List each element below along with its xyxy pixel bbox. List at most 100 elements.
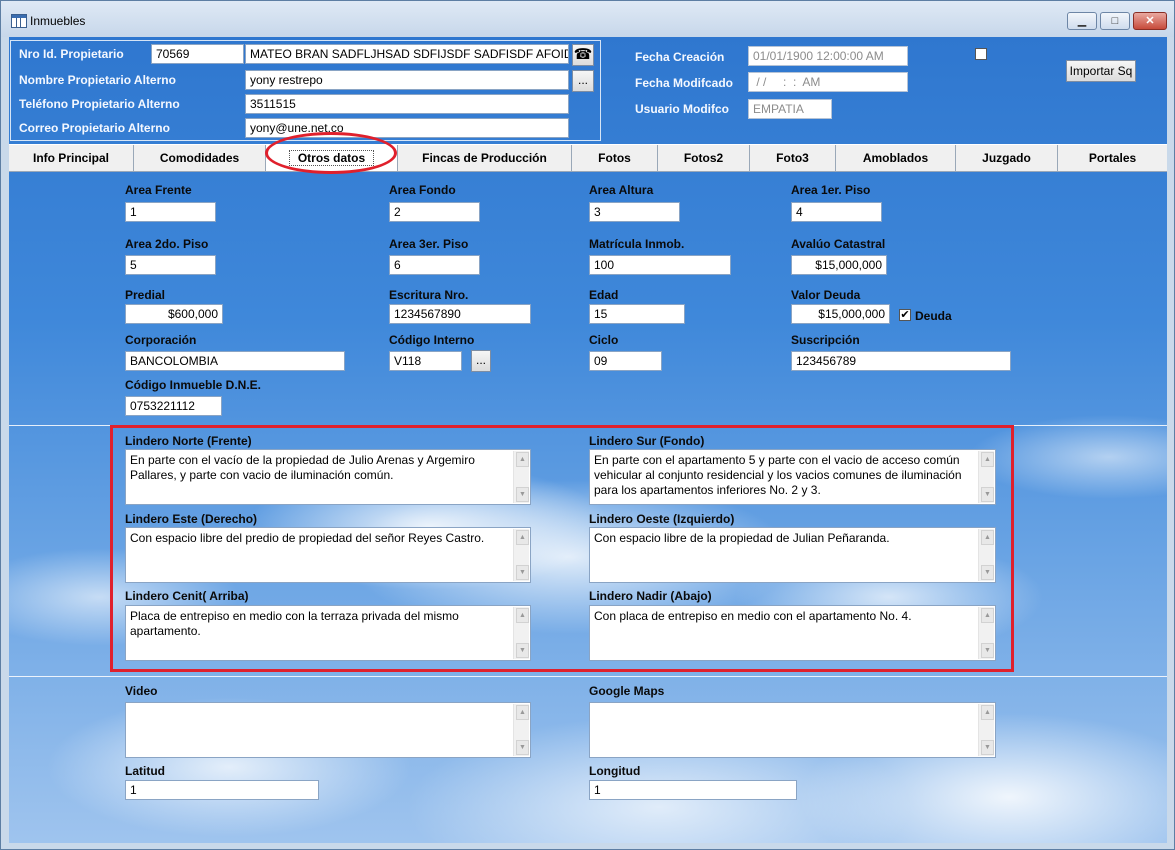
lindero-norte-scrollbar[interactable]: ▲ ▼	[513, 451, 529, 503]
scroll-down-icon[interactable]: ▼	[516, 487, 529, 502]
phone-icon[interactable]: ☎	[572, 44, 594, 66]
lindero-cenit-scrollbar[interactable]: ▲ ▼	[513, 607, 529, 659]
tab-fotos2[interactable]: Fotos2	[658, 145, 750, 171]
area-altura-input[interactable]: 3	[589, 202, 680, 222]
tab-strip: Info Principal Comodidades Otros datos F…	[9, 144, 1167, 172]
edad-label: Edad	[589, 288, 619, 302]
codigo-interno-input[interactable]: V118	[389, 351, 462, 371]
escritura-input[interactable]: 1234567890	[389, 304, 531, 324]
edad-input[interactable]: 15	[589, 304, 685, 324]
lindero-norte-text: En parte con el vacío de la propiedad de…	[130, 453, 475, 482]
suscripcion-label: Suscripción	[791, 333, 860, 347]
scroll-down-icon[interactable]: ▼	[981, 740, 994, 755]
lindero-norte-textarea[interactable]: En parte con el vacío de la propiedad de…	[125, 449, 531, 505]
lindero-sur-textarea[interactable]: En parte con el apartamento 5 y parte co…	[589, 449, 996, 505]
maximize-button[interactable]: □	[1100, 12, 1130, 30]
valor-deuda-input[interactable]: $15,000,000	[791, 304, 890, 324]
scroll-up-icon[interactable]: ▲	[516, 705, 529, 720]
window-title: Inmuebles	[30, 14, 86, 28]
scroll-up-icon[interactable]: ▲	[981, 608, 994, 623]
tab-amoblados[interactable]: Amoblados	[836, 145, 956, 171]
area-2do-piso-input[interactable]: 5	[125, 255, 216, 275]
area-3er-piso-input[interactable]: 6	[389, 255, 480, 275]
scroll-down-icon[interactable]: ▼	[516, 740, 529, 755]
lindero-oeste-text: Con espacio libre de la propiedad de Jul…	[594, 531, 890, 545]
video-textarea[interactable]: ▲ ▼	[125, 702, 531, 758]
area-1er-piso-label: Area 1er. Piso	[791, 183, 871, 197]
ciclo-input[interactable]: 09	[589, 351, 662, 371]
tab-foto3[interactable]: Foto3	[750, 145, 836, 171]
owner-id-label: Nro Id. Propietario	[19, 47, 124, 61]
close-button[interactable]: ✕	[1133, 12, 1167, 30]
area-fondo-label: Area Fondo	[389, 183, 456, 197]
avaluo-input[interactable]: $15,000,000	[791, 255, 887, 275]
deuda-label: Deuda	[915, 309, 952, 323]
lindero-nadir-label: Lindero Nadir (Abajo)	[589, 589, 712, 603]
lindero-este-scrollbar[interactable]: ▲ ▼	[513, 529, 529, 581]
matricula-input[interactable]: 100	[589, 255, 731, 275]
lindero-nadir-text: Con placa de entrepiso en medio con el a…	[594, 609, 912, 623]
tab-info-principal[interactable]: Info Principal	[9, 145, 134, 171]
tab-fincas-produccion[interactable]: Fincas de Producción	[398, 145, 572, 171]
alt-name-input[interactable]: yony restrepo	[245, 70, 569, 90]
minimize-button[interactable]: ▁	[1067, 12, 1097, 30]
codigo-dne-input[interactable]: 0753221112	[125, 396, 222, 416]
scroll-up-icon[interactable]: ▲	[516, 608, 529, 623]
lindero-nadir-textarea[interactable]: Con placa de entrepiso en medio con el a…	[589, 605, 996, 661]
user-input[interactable]: EMPATIA	[748, 99, 832, 119]
header-checkbox[interactable]	[975, 48, 987, 60]
scroll-up-icon[interactable]: ▲	[981, 705, 994, 720]
area-3er-piso-label: Area 3er. Piso	[389, 237, 469, 251]
area-1er-piso-input[interactable]: 4	[791, 202, 882, 222]
import-sq-button[interactable]: Importar Sq	[1066, 60, 1136, 82]
scroll-up-icon[interactable]: ▲	[981, 452, 994, 467]
corporacion-label: Corporación	[125, 333, 197, 347]
escritura-label: Escritura Nro.	[389, 288, 469, 302]
google-maps-textarea[interactable]: ▲ ▼	[589, 702, 996, 758]
lindero-oeste-scrollbar[interactable]: ▲ ▼	[978, 529, 994, 581]
modified-date-input[interactable]: / / : : AM	[748, 72, 908, 92]
suscripcion-input[interactable]: 123456789	[791, 351, 1011, 371]
section-divider	[9, 676, 1167, 677]
alt-name-label: Nombre Propietario Alterno	[19, 73, 176, 87]
google-maps-scrollbar[interactable]: ▲ ▼	[978, 704, 994, 756]
scroll-down-icon[interactable]: ▼	[981, 487, 994, 502]
alt-name-lookup-button[interactable]: ...	[572, 70, 594, 92]
scroll-up-icon[interactable]: ▲	[516, 452, 529, 467]
lindero-sur-scrollbar[interactable]: ▲ ▼	[978, 451, 994, 503]
deuda-checkbox[interactable]: ✔	[899, 309, 911, 321]
lindero-nadir-scrollbar[interactable]: ▲ ▼	[978, 607, 994, 659]
scroll-up-icon[interactable]: ▲	[981, 530, 994, 545]
avaluo-label: Avalúo Catastral	[791, 237, 886, 251]
lindero-este-textarea[interactable]: Con espacio libre del predio de propieda…	[125, 527, 531, 583]
predial-input[interactable]: $600,000	[125, 304, 223, 324]
title-bar[interactable]: Inmuebles ▁ □ ✕	[1, 1, 1174, 37]
codigo-interno-lookup-button[interactable]: ...	[471, 350, 491, 372]
alt-phone-input[interactable]: 3511515	[245, 94, 569, 114]
scroll-up-icon[interactable]: ▲	[516, 530, 529, 545]
tab-comodidades[interactable]: Comodidades	[134, 145, 266, 171]
lindero-cenit-textarea[interactable]: Placa de entrepiso en medio con la terra…	[125, 605, 531, 661]
scroll-down-icon[interactable]: ▼	[516, 565, 529, 580]
owner-name-input[interactable]: MATEO BRAN SADFLJHSAD SDFIJSDF SADFISDF …	[245, 44, 569, 64]
lindero-oeste-label: Lindero Oeste (Izquierdo)	[589, 512, 735, 526]
tab-fotos[interactable]: Fotos	[572, 145, 658, 171]
longitud-input[interactable]: 1	[589, 780, 797, 800]
owner-id-input[interactable]: 70569	[151, 44, 244, 64]
lindero-oeste-textarea[interactable]: Con espacio libre de la propiedad de Jul…	[589, 527, 996, 583]
video-scrollbar[interactable]: ▲ ▼	[513, 704, 529, 756]
scroll-down-icon[interactable]: ▼	[981, 643, 994, 658]
ciclo-label: Ciclo	[589, 333, 619, 347]
predial-label: Predial	[125, 288, 166, 302]
scroll-down-icon[interactable]: ▼	[516, 643, 529, 658]
corporacion-input[interactable]: BANCOLOMBIA	[125, 351, 345, 371]
scroll-down-icon[interactable]: ▼	[981, 565, 994, 580]
codigo-interno-label: Código Interno	[389, 333, 475, 347]
latitud-input[interactable]: 1	[125, 780, 319, 800]
area-frente-input[interactable]: 1	[125, 202, 216, 222]
codigo-dne-label: Código Inmueble D.N.E.	[125, 378, 262, 392]
tab-portales[interactable]: Portales	[1058, 145, 1167, 171]
area-fondo-input[interactable]: 2	[389, 202, 480, 222]
tab-juzgado[interactable]: Juzgado	[956, 145, 1058, 171]
created-date-input[interactable]: 01/01/1900 12:00:00 AM	[748, 46, 908, 66]
